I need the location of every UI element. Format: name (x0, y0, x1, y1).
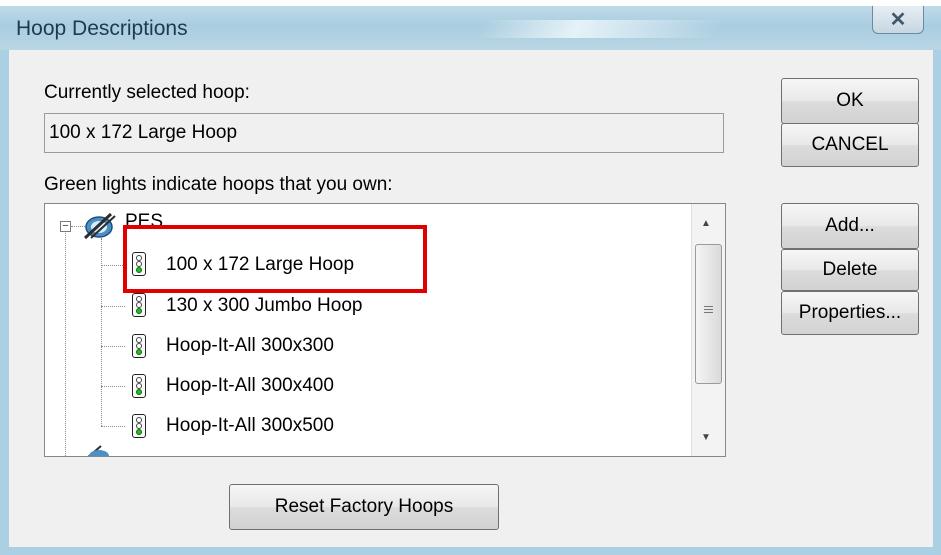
hoop-category-icon (87, 445, 109, 456)
window-frame-bottom (0, 547, 941, 555)
title-bar: Hoop Descriptions ✕ (0, 6, 941, 50)
cancel-button[interactable]: CANCEL (781, 123, 919, 167)
grip-icon (704, 306, 713, 315)
tree-line (101, 238, 102, 426)
hoop-descriptions-dialog: Hoop Descriptions ✕ Currently selected h… (0, 0, 941, 555)
hoop-item-label[interactable]: 130 x 300 Jumbo Hoop (166, 295, 362, 317)
ok-button[interactable]: OK (781, 78, 919, 124)
close-button[interactable]: ✕ (872, 6, 924, 34)
dialog-body: Currently selected hoop: 100 x 172 Large… (9, 50, 933, 547)
add-hoop-button[interactable]: Add... (781, 203, 919, 249)
annotation-highlight-box (123, 225, 427, 293)
scroll-down-icon[interactable]: ▼ (701, 432, 711, 443)
scroll-up-icon[interactable]: ▲ (701, 218, 711, 229)
tree-line (101, 426, 125, 427)
tree-line (65, 233, 66, 456)
reset-factory-hoops-button[interactable]: Reset Factory Hoops (229, 484, 499, 530)
owned-green-light-icon (132, 334, 146, 358)
owned-green-light-icon (132, 414, 146, 438)
tree-scrollbar[interactable]: ▲ ▼ (691, 204, 725, 456)
tree-line (101, 346, 125, 347)
owned-green-light-icon (132, 293, 146, 317)
current-hoop-field: 100 x 172 Large Hoop (44, 113, 724, 153)
owned-green-light-icon (132, 374, 146, 398)
tree-line (101, 265, 125, 266)
window-title: Hoop Descriptions (16, 17, 188, 40)
hoop-category-icon (83, 212, 116, 240)
hoop-item-label[interactable]: Hoop-It-All 300x300 (166, 335, 334, 357)
delete-hoop-button[interactable]: Delete (781, 249, 919, 291)
hoop-properties-button[interactable]: Properties... (781, 291, 919, 335)
scrollbar-thumb[interactable] (695, 244, 722, 384)
hoop-item-label[interactable]: Hoop-It-All 300x500 (166, 415, 334, 437)
current-hoop-value: 100 x 172 Large Hoop (49, 122, 238, 143)
tree-line (101, 386, 125, 387)
tree-line (101, 306, 125, 307)
close-icon: ✕ (889, 9, 907, 31)
owned-hoops-label: Green lights indicate hoops that you own… (44, 174, 393, 195)
current-hoop-label: Currently selected hoop: (44, 82, 250, 103)
title-bar-glare (475, 20, 725, 38)
window-frame-left (0, 50, 9, 555)
collapse-icon[interactable]: − (60, 221, 71, 232)
hoop-item-label[interactable]: Hoop-It-All 300x400 (166, 375, 334, 397)
window-frame-right (933, 50, 941, 555)
